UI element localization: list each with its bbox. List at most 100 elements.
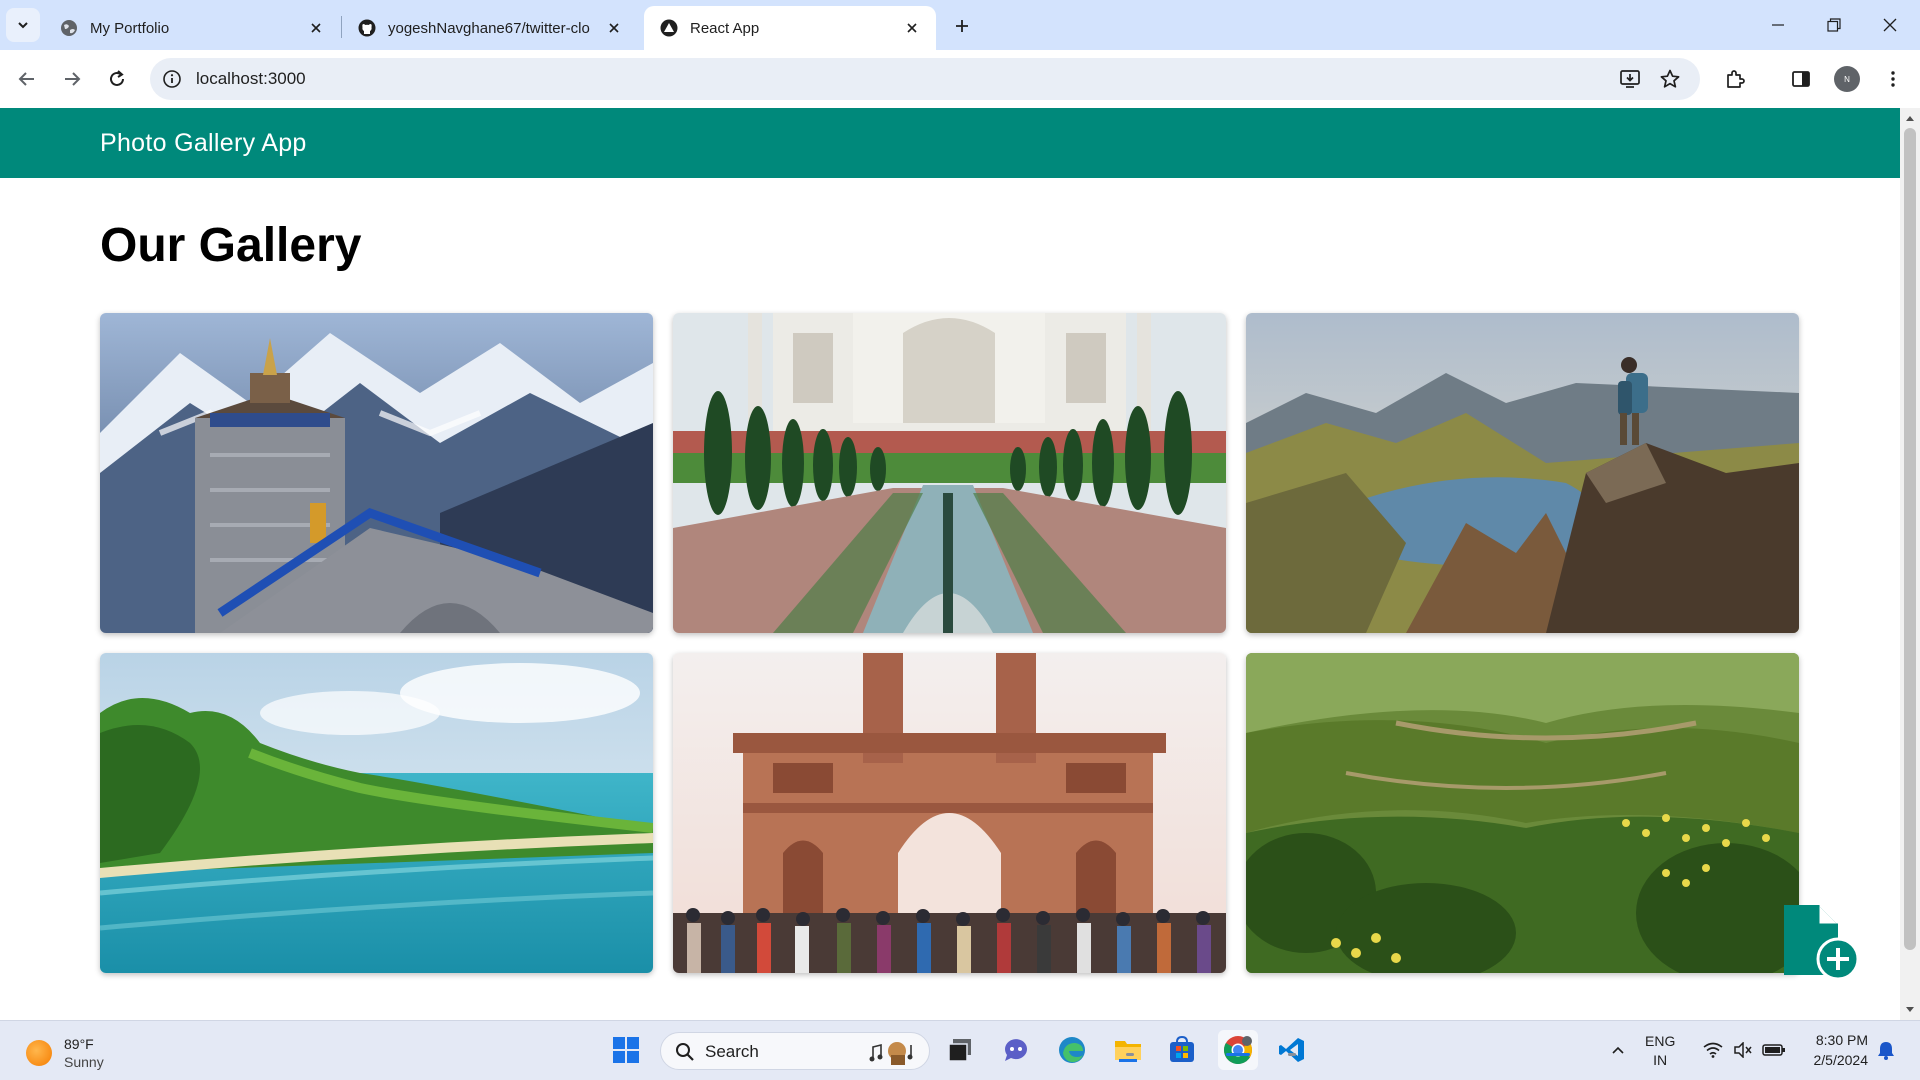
scroll-down-icon[interactable] [1905, 1005, 1915, 1015]
gateway-photo [673, 653, 1226, 973]
taj-mahal-photo [673, 313, 1226, 633]
tab-title: My Portfolio [90, 19, 170, 37]
scrollbar-thumb[interactable] [1904, 128, 1916, 950]
hills-photo [1246, 653, 1799, 973]
tab-react-app[interactable]: React App [644, 6, 936, 50]
github-icon [358, 19, 376, 37]
clock-time: 8:30 PM [1815, 1032, 1868, 1048]
chrome-button[interactable] [1218, 1030, 1258, 1070]
edge-icon [1059, 1037, 1085, 1063]
restore-button[interactable] [1806, 0, 1862, 50]
notification-bell-icon[interactable] [1874, 1020, 1898, 1080]
chrome-icon [1224, 1036, 1252, 1064]
side-panel-button[interactable] [1784, 62, 1818, 96]
url-text[interactable]: localhost:3000 [196, 69, 306, 89]
gallery-card-coast[interactable] [100, 653, 653, 973]
react-app-icon [660, 19, 678, 37]
app-brand[interactable]: Photo Gallery App [100, 129, 307, 158]
folder-icon [1115, 1041, 1141, 1062]
browser-toolbar: localhost:3000 [0, 50, 1920, 140]
tab-search-button[interactable] [6, 8, 40, 42]
new-tab-button[interactable] [948, 12, 976, 40]
browser-menu-button[interactable] [1876, 62, 1910, 96]
scroll-up-icon[interactable] [1905, 113, 1915, 123]
running-indicator [1126, 1053, 1134, 1056]
gallery-card-hiker[interactable] [1246, 313, 1799, 633]
weather-condition: Sunny [64, 1054, 104, 1070]
search-icon [676, 1043, 694, 1061]
gallery-card-taj-mahal[interactable] [673, 313, 1226, 633]
mountain-hiker-photo [1246, 313, 1799, 633]
close-window-button[interactable] [1862, 0, 1918, 50]
add-file-icon [1784, 905, 1860, 981]
show-hidden-icons-button[interactable] [1606, 1020, 1630, 1080]
chat-app-button[interactable] [996, 1030, 1036, 1070]
tab-title: yogeshNavghane67/twitter-clo [388, 19, 590, 37]
coast-photo [100, 653, 653, 973]
forward-button[interactable] [55, 62, 89, 96]
photo-gallery [100, 313, 1800, 973]
address-bar[interactable]: localhost:3000 [150, 58, 1700, 100]
language-code: ENG [1645, 1033, 1676, 1049]
weather-widget[interactable]: 89°F Sunny [26, 1035, 104, 1071]
search-label: Search [705, 1042, 759, 1061]
back-button[interactable] [10, 62, 44, 96]
chevron-down-icon [18, 22, 28, 29]
start-button[interactable] [606, 1030, 646, 1070]
chevron-up-icon [1612, 1046, 1624, 1054]
vscode-button[interactable] [1272, 1030, 1312, 1070]
puzzle-icon [1727, 70, 1745, 88]
arrow-left-icon [18, 72, 34, 86]
bookmark-star-icon[interactable] [1658, 67, 1682, 91]
extensions-button[interactable] [1718, 62, 1752, 96]
vscode-icon [1279, 1038, 1304, 1062]
edge-button[interactable] [1052, 1030, 1092, 1070]
input-language[interactable]: ENG IN [1645, 1032, 1675, 1070]
site-info-icon[interactable] [160, 67, 184, 91]
install-app-icon[interactable] [1618, 67, 1642, 91]
tab-my-portfolio[interactable]: My Portfolio [44, 6, 340, 50]
arrow-right-icon [65, 72, 81, 86]
gallery-card-hills[interactable] [1246, 653, 1799, 973]
wifi-icon[interactable] [1700, 1020, 1726, 1080]
restore-icon [1827, 18, 1841, 32]
temple-photo [100, 313, 653, 633]
running-indicator [1288, 1053, 1296, 1056]
store-icon [1170, 1035, 1194, 1062]
page-viewport: Photo Gallery App Our Gallery [0, 108, 1900, 1020]
minimize-icon [1772, 24, 1784, 26]
clock-date: 2/5/2024 [1813, 1052, 1869, 1068]
chat-icon [1005, 1039, 1027, 1061]
tab-github[interactable]: yogeshNavghane67/twitter-clo [342, 6, 638, 50]
add-photo-button[interactable] [1780, 901, 1862, 983]
battery-icon[interactable] [1760, 1020, 1788, 1080]
plus-icon [956, 20, 968, 32]
taskbar-search[interactable]: Search [660, 1032, 930, 1070]
profile-avatar[interactable]: N [1834, 66, 1860, 92]
gallery-card-gateway[interactable] [673, 653, 1226, 973]
browser-tab-bar: My Portfolio yogeshNavghane67/twitter-cl… [0, 0, 1920, 50]
gallery-card-temple[interactable] [100, 313, 653, 633]
system-clock[interactable]: 8:30 PM 2/5/2024 [1800, 1030, 1869, 1070]
close-icon[interactable] [602, 16, 626, 40]
sun-icon [26, 1040, 52, 1066]
task-view-icon [948, 1039, 971, 1062]
microsoft-store-button[interactable] [1162, 1030, 1202, 1070]
app-header: Photo Gallery App [0, 108, 1900, 178]
reload-button[interactable] [100, 62, 134, 96]
windows-icon [613, 1037, 639, 1063]
search-highlight-icon [869, 1042, 913, 1065]
page-scrollbar[interactable] [1900, 108, 1920, 1020]
kebab-menu-icon [1891, 71, 1895, 87]
weather-temperature: 89°F [64, 1036, 94, 1052]
close-icon[interactable] [900, 16, 924, 40]
reload-icon [110, 70, 124, 86]
globe-icon [60, 19, 78, 37]
volume-muted-icon[interactable] [1730, 1020, 1756, 1080]
task-view-button[interactable] [940, 1030, 980, 1070]
side-panel-icon [1792, 71, 1810, 87]
file-explorer-button[interactable] [1108, 1030, 1148, 1070]
close-icon [1883, 18, 1897, 32]
minimize-button[interactable] [1750, 0, 1806, 50]
close-icon[interactable] [304, 16, 328, 40]
